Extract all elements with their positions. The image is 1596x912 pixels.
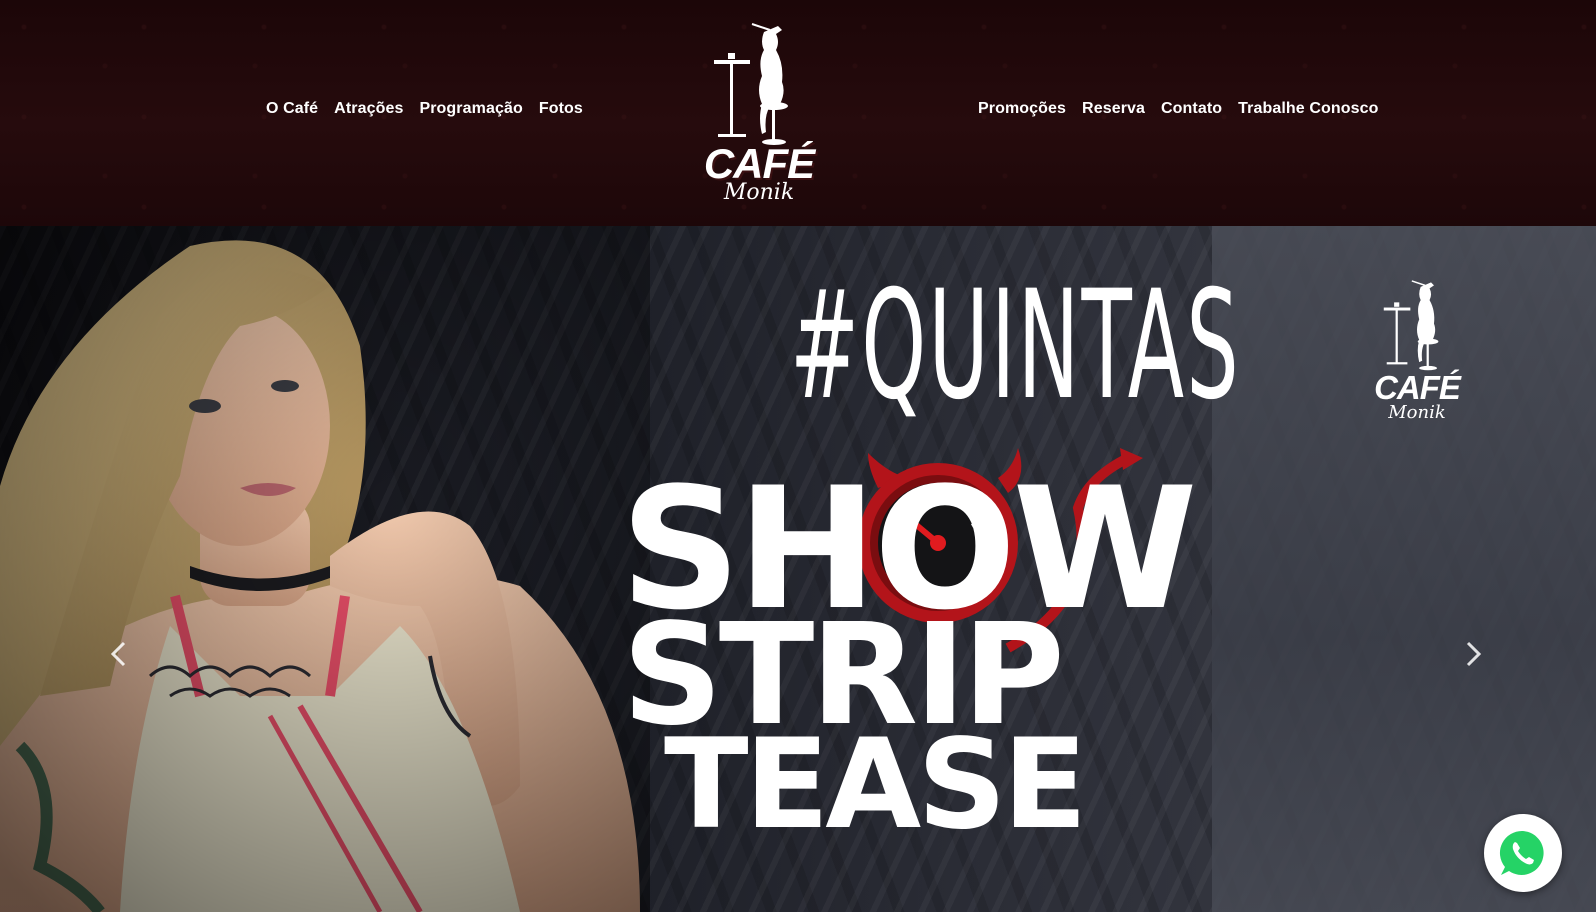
whatsapp-icon [1499,830,1544,875]
hero-headline-line-3: TEASE [664,713,1087,857]
hero-slider: #QUINTAS E F SHOW STRIP TEASE CAFÉ Monik [0,226,1596,912]
woman-on-stool-logo-icon [714,23,788,145]
nav-programacao[interactable]: Programação [419,100,522,118]
site-header: O Café Atrações Programação Fotos CAFÉ M… [0,0,1596,226]
site-logo[interactable]: CAFÉ Monik [690,20,828,205]
hero-logo: CAFÉ Monik [1362,278,1472,428]
logo-title: CAFÉ [703,140,815,187]
main-nav-left: O Café Atrações Programação Fotos [266,100,583,118]
nav-o-cafe[interactable]: O Café [266,100,318,118]
slider-next-button[interactable] [1466,636,1482,676]
chevron-left-icon [110,641,126,667]
logo-subtitle: Monik [723,180,795,205]
nav-trabalhe-conosco[interactable]: Trabalhe Conosco [1238,100,1378,118]
nav-reserva[interactable]: Reserva [1082,100,1145,118]
main-nav-right: Promoções Reserva Contato Trabalhe Conos… [978,100,1378,118]
nav-promocoes[interactable]: Promoções [978,100,1066,118]
nav-contato[interactable]: Contato [1161,100,1222,118]
hero-headline-top: #QUINTAS [790,259,1241,433]
nav-fotos[interactable]: Fotos [539,100,583,118]
whatsapp-button[interactable] [1484,814,1562,892]
slider-prev-button[interactable] [110,636,126,676]
woman-on-stool-logo-icon [1383,280,1439,371]
hero-logo-subtitle: Monik [1388,402,1446,423]
hero-model-image [0,226,650,912]
chevron-right-icon [1466,641,1482,667]
nav-atracoes[interactable]: Atrações [334,100,403,118]
hero-logo-title: CAFÉ [1374,369,1461,406]
